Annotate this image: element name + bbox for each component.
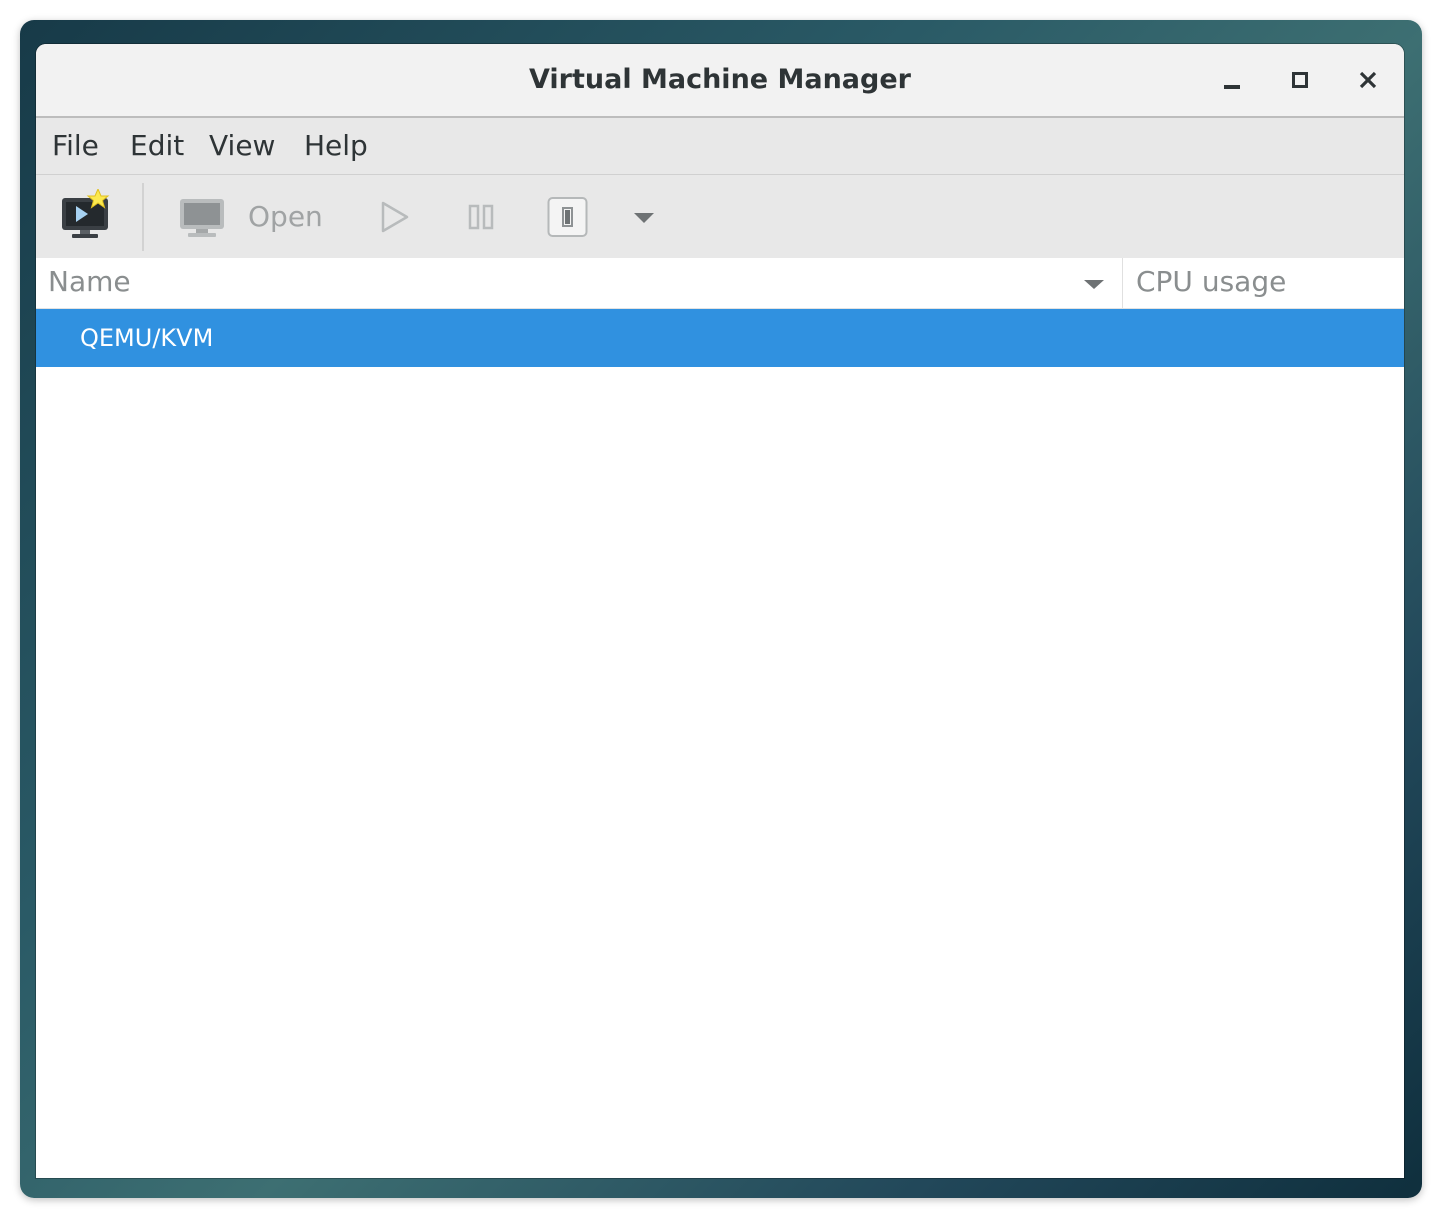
column-header-name[interactable]: Name [48,258,131,308]
menu-bar: File Edit View Help [36,118,1404,175]
menu-view[interactable]: View [203,118,281,174]
minimize-button[interactable] [1212,60,1252,100]
vm-list-body[interactable] [36,367,1404,1178]
list-header: Name CPU usage [36,258,1404,309]
play-icon [381,201,409,233]
window-title: Virtual Machine Manager [529,64,911,95]
new-vm-button[interactable] [58,187,118,245]
title-bar: Virtual Machine Manager [36,44,1404,118]
toolbar: Open [36,175,1404,258]
close-button[interactable] [1348,60,1388,100]
connection-name: QEMU/KVM [80,324,214,352]
sort-button[interactable] [1082,276,1106,295]
menu-edit[interactable]: Edit [124,118,190,174]
chevron-down-icon [1084,280,1104,289]
power-icon [547,197,588,237]
toolbar-separator [142,183,144,251]
column-header-cpu-usage[interactable]: CPU usage [1136,258,1286,308]
column-divider[interactable] [1122,258,1123,308]
menu-file[interactable]: File [46,118,105,174]
chevron-down-icon [634,213,654,223]
menu-help[interactable]: Help [298,118,374,174]
pause-icon [468,204,494,230]
minimize-icon [1224,85,1240,89]
close-icon [1359,71,1377,89]
pause-button[interactable] [460,191,504,243]
maximize-button[interactable] [1280,60,1320,100]
new-vm-icon [62,187,110,238]
open-label: Open [248,200,323,233]
maximize-icon [1292,72,1308,88]
app-window: Virtual Machine Manager File Edit View H… [36,44,1404,1178]
shutdown-menu-button[interactable] [626,201,662,233]
shutdown-button[interactable] [544,191,592,243]
run-button[interactable] [374,191,418,243]
monitor-icon [180,199,224,237]
table-row[interactable]: QEMU/KVM [36,309,1404,367]
